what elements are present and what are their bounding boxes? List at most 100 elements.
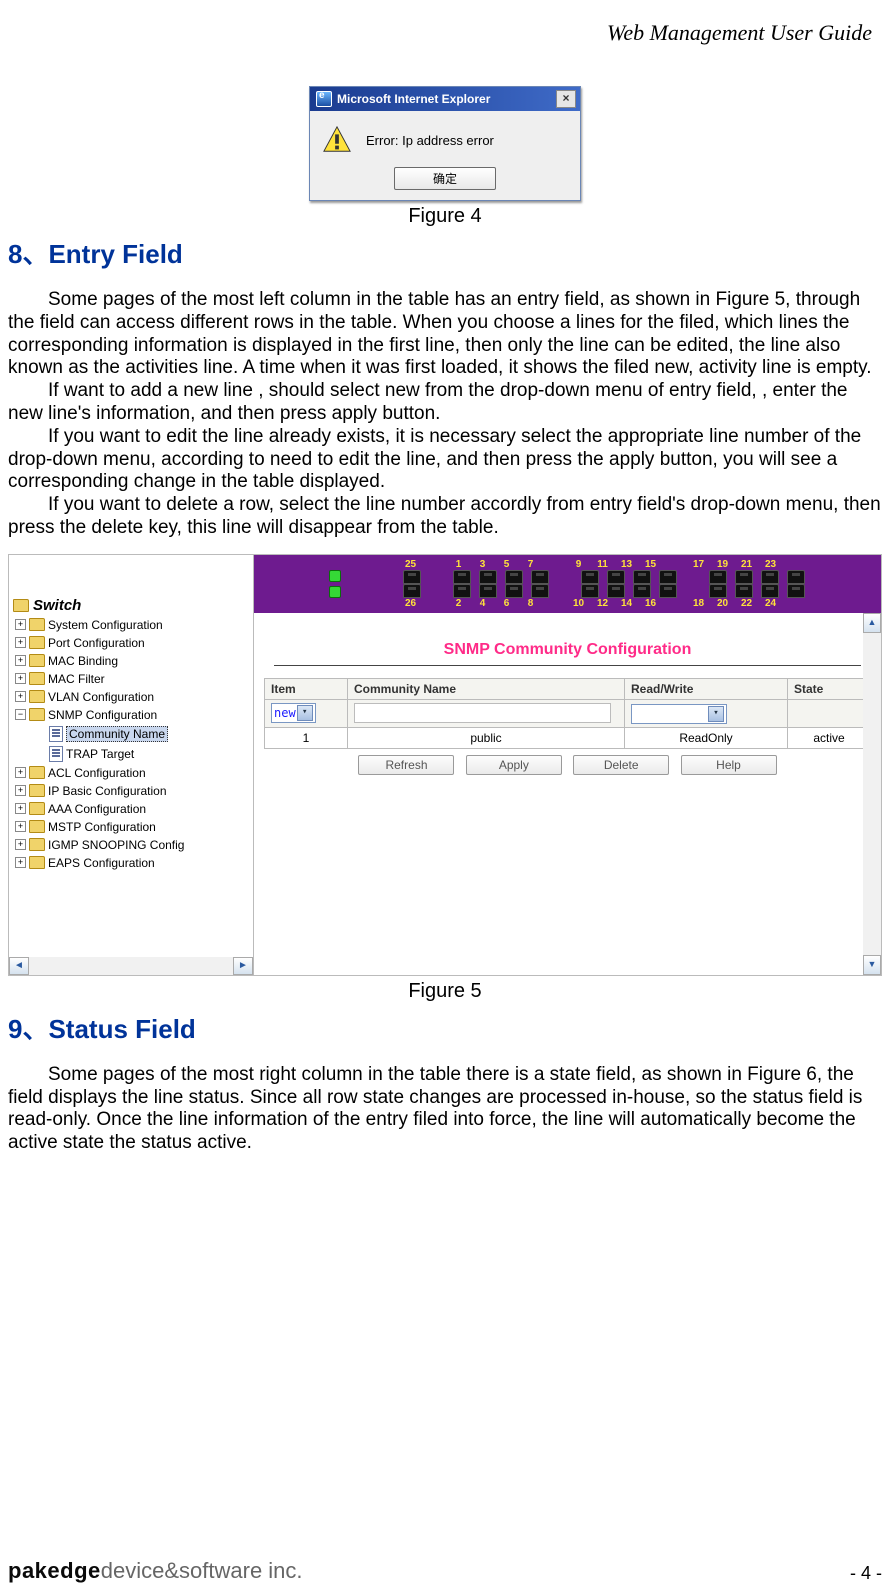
warning-icon xyxy=(322,125,352,155)
expand-icon[interactable]: − xyxy=(15,709,26,720)
port-row xyxy=(401,584,807,598)
sidebar-item[interactable]: + VLAN Configuration xyxy=(11,688,253,706)
cell-rw: ReadOnly xyxy=(625,727,788,748)
col-state: State xyxy=(788,678,871,699)
port-icon xyxy=(479,570,497,584)
port-numbers: 2624681012141618202224 xyxy=(401,598,807,609)
sidebar-item-label: VLAN Configuration xyxy=(48,690,154,704)
expand-icon[interactable]: + xyxy=(15,803,26,814)
port-icon xyxy=(659,570,677,584)
chevron-down-icon: ▾ xyxy=(297,705,313,721)
sidebar-item-label: TRAP Target xyxy=(66,747,134,761)
expand-icon[interactable]: + xyxy=(15,619,26,630)
refresh-button[interactable]: Refresh xyxy=(358,755,454,775)
figure-5-caption: Figure 5 xyxy=(8,980,882,1003)
sidebar-item-label: ACL Configuration xyxy=(48,766,146,780)
port-icon xyxy=(581,584,599,598)
port-icon xyxy=(505,584,523,598)
sidebar-item[interactable]: + Port Configuration xyxy=(11,634,253,652)
help-button[interactable]: Help xyxy=(681,755,777,775)
figure-4-caption: Figure 4 xyxy=(8,205,882,228)
expand-icon[interactable]: + xyxy=(15,767,26,778)
folder-icon xyxy=(29,654,45,667)
logo-bold: pakedge xyxy=(8,1558,101,1584)
ok-button[interactable]: 确定 xyxy=(394,167,496,190)
sidebar-item[interactable]: + MAC Filter xyxy=(11,670,253,688)
sidebar-item[interactable]: + EAPS Configuration xyxy=(11,854,253,872)
expand-icon[interactable]: + xyxy=(15,839,26,850)
sidebar-item[interactable]: + MSTP Configuration xyxy=(11,818,253,836)
sidebar-item[interactable]: + ACL Configuration xyxy=(11,764,253,782)
scroll-right-icon[interactable]: ► xyxy=(233,957,253,975)
sidebar-item[interactable]: Community Name xyxy=(11,724,253,744)
folder-icon xyxy=(13,599,29,612)
section-9-heading: 9、Status Field xyxy=(8,1009,882,1046)
sidebar-root[interactable]: Switch xyxy=(9,595,253,616)
sidebar-item[interactable]: +AAA Configuration xyxy=(11,800,253,818)
page-footer: pakedge device&software inc. - 4 - xyxy=(8,1558,882,1584)
sidebar-item-label: EAPS Configuration xyxy=(48,856,155,870)
sidebar-item[interactable]: −SNMP Configuration xyxy=(11,706,253,724)
sidebar-item-label: MSTP Configuration xyxy=(48,820,156,834)
scroll-track[interactable] xyxy=(29,957,233,975)
table-row: 1 public ReadOnly active xyxy=(265,727,871,748)
delete-button[interactable]: Delete xyxy=(573,755,669,775)
led-icon xyxy=(329,586,341,598)
port-icon xyxy=(633,584,651,598)
expand-icon[interactable]: + xyxy=(15,821,26,832)
running-header: Web Management User Guide xyxy=(8,20,872,46)
sidebar-item-label: MAC Filter xyxy=(48,672,105,686)
port-icon xyxy=(581,570,599,584)
cell-item: 1 xyxy=(265,727,348,748)
port-icon xyxy=(607,570,625,584)
document-icon xyxy=(49,746,63,762)
sidebar-hscroll[interactable]: ◄ ► xyxy=(9,957,253,975)
expand-icon[interactable]: + xyxy=(15,673,26,684)
port-row xyxy=(401,570,807,584)
expand-icon[interactable]: + xyxy=(15,691,26,702)
expand-icon[interactable]: + xyxy=(15,655,26,666)
sidebar-item-label: MAC Binding xyxy=(48,654,118,668)
sidebar-item[interactable]: +IGMP SNOOPING Config xyxy=(11,836,253,854)
item-select[interactable]: new ▾ xyxy=(271,703,316,723)
port-bar: 2513579111315171921232624681012141618202… xyxy=(254,555,881,613)
expand-icon[interactable]: + xyxy=(15,857,26,868)
apply-button[interactable]: Apply xyxy=(466,755,562,775)
sidebar-item[interactable]: +System Configuration xyxy=(11,616,253,634)
section-8-p4: If you want to delete a row, select the … xyxy=(8,494,882,540)
entry-community-cell xyxy=(348,699,625,727)
port-icon xyxy=(633,570,651,584)
content-vscroll[interactable]: ▲ ▼ xyxy=(863,613,881,975)
sidebar-item-label: Port Configuration xyxy=(48,636,145,650)
folder-icon xyxy=(29,690,45,703)
sidebar-item-label: IP Basic Configuration xyxy=(48,784,167,798)
folder-icon xyxy=(29,784,45,797)
scroll-left-icon[interactable]: ◄ xyxy=(9,957,29,975)
scroll-up-icon[interactable]: ▲ xyxy=(863,613,881,633)
content-pane: 2513579111315171921232624681012141618202… xyxy=(254,555,881,975)
sidebar-item[interactable]: TRAP Target xyxy=(11,744,253,764)
cell-community: public xyxy=(348,727,625,748)
folder-icon xyxy=(29,708,45,721)
port-icon xyxy=(787,584,805,598)
close-icon[interactable]: × xyxy=(556,90,576,108)
col-readwrite: Read/Write xyxy=(625,678,788,699)
figure-5: Switch +System Configuration+Port Config… xyxy=(8,554,882,976)
scroll-track[interactable] xyxy=(863,633,881,955)
community-input[interactable] xyxy=(354,703,611,723)
port-group: 2513579111315171921232624681012141618202… xyxy=(401,559,807,609)
col-community: Community Name xyxy=(348,678,625,699)
nav-tree: +System Configuration+Port Configuration… xyxy=(9,616,253,872)
expand-icon[interactable]: + xyxy=(15,785,26,796)
port-icon xyxy=(709,570,727,584)
expand-icon[interactable]: + xyxy=(15,637,26,648)
readwrite-select[interactable]: ▾ xyxy=(631,704,727,724)
sidebar-item[interactable]: + MAC Binding xyxy=(11,652,253,670)
port-icon xyxy=(735,584,753,598)
scroll-down-icon[interactable]: ▼ xyxy=(863,955,881,975)
sidebar-item[interactable]: + IP Basic Configuration xyxy=(11,782,253,800)
folder-icon xyxy=(29,856,45,869)
port-icon xyxy=(659,584,677,598)
port-icon xyxy=(787,570,805,584)
folder-icon xyxy=(29,636,45,649)
